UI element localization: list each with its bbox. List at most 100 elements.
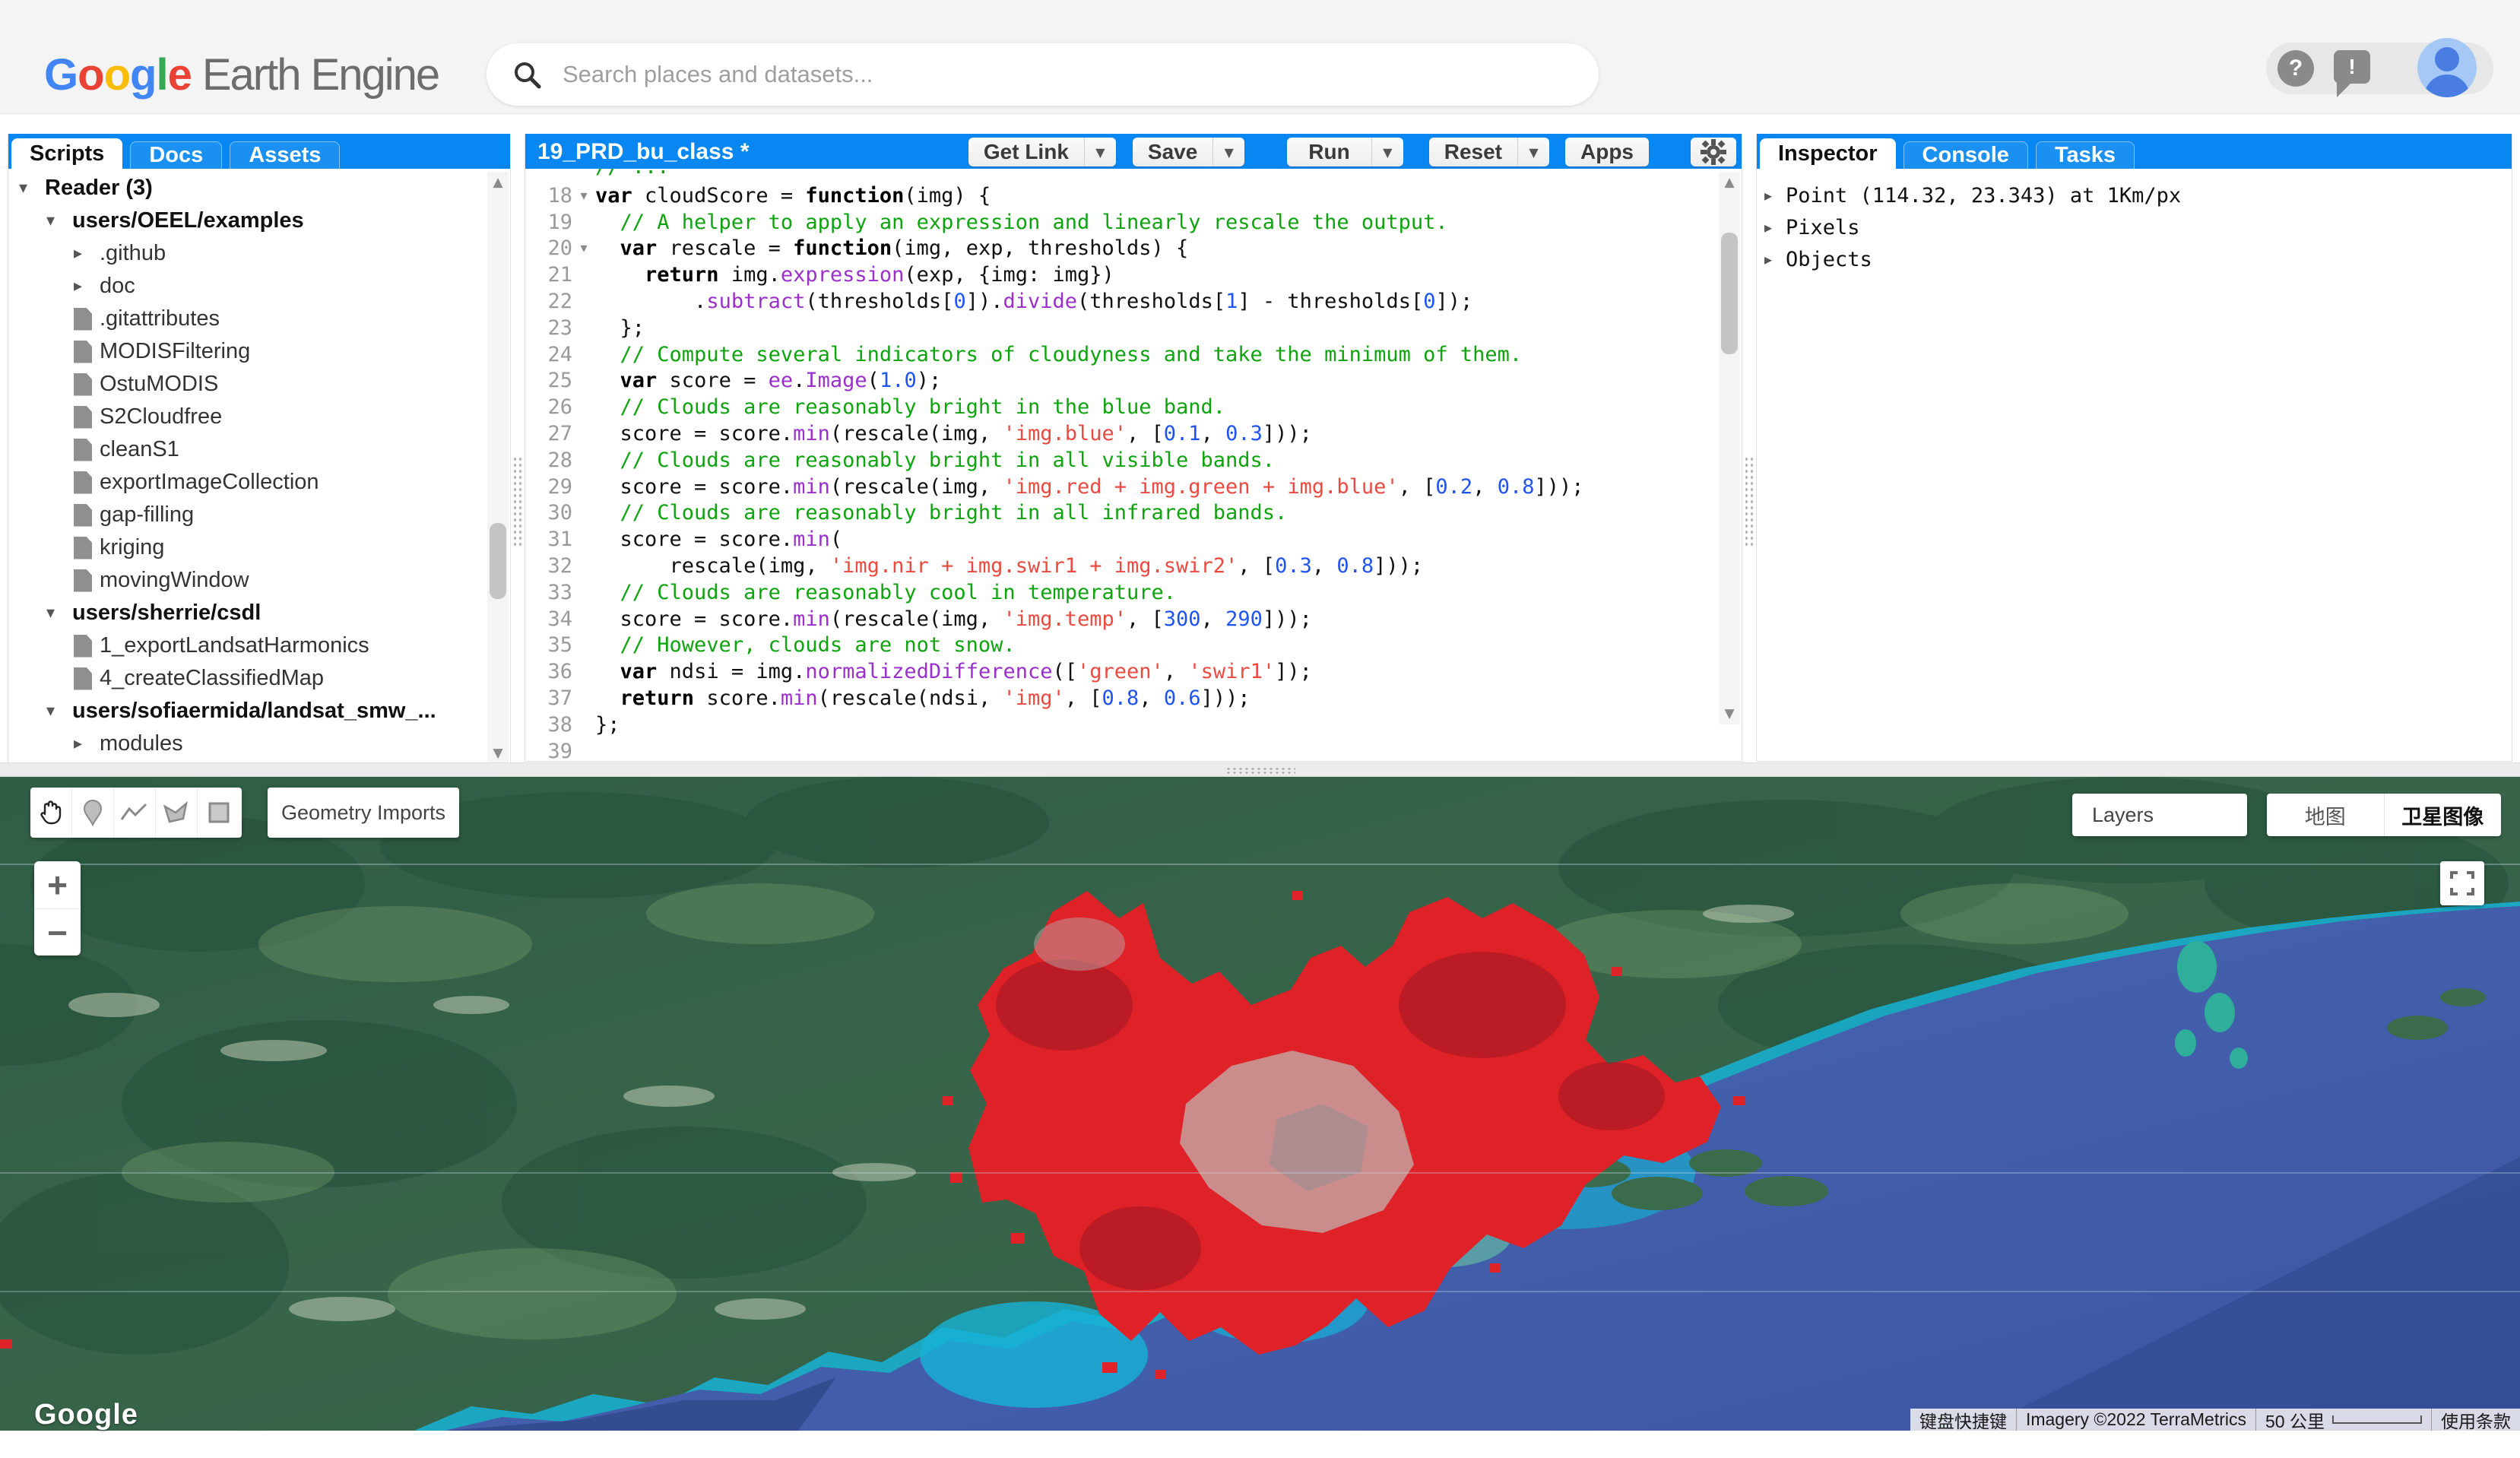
right-splitter-handle[interactable] — [1744, 456, 1754, 547]
expand-arrow-icon[interactable]: ▾ — [46, 211, 72, 230]
search-box[interactable] — [487, 43, 1599, 106]
expand-arrow-icon[interactable]: ▾ — [46, 702, 72, 721]
inspector-item[interactable]: ▸Objects — [1764, 243, 2504, 275]
tree-item[interactable]: .gitattributes — [8, 303, 484, 335]
tab-console[interactable]: Console — [1903, 141, 2028, 169]
code-line[interactable]: 34 score = score.min(rescale(img, 'img.t… — [525, 606, 1719, 632]
collapse-arrow-icon[interactable]: ▸ — [74, 244, 100, 263]
expand-arrow-icon[interactable]: ▾ — [46, 604, 72, 623]
run-button[interactable]: Run ▼ — [1287, 138, 1403, 166]
tree-item[interactable]: S2Cloudfree — [8, 401, 484, 433]
tab-tasks[interactable]: Tasks — [2036, 141, 2135, 169]
tree-item[interactable]: OstuMODIS — [8, 368, 484, 401]
code-line[interactable]: 21 return img.expression(exp, {img: img}… — [525, 261, 1719, 288]
scripts-scrollbar[interactable]: ▲ ▼ — [487, 172, 509, 764]
expand-arrow-icon[interactable]: ▾ — [19, 179, 45, 198]
map-canvas[interactable] — [0, 777, 2520, 1431]
code-line[interactable]: 37 return score.min(rescale(ndsi, 'img',… — [525, 685, 1719, 712]
terms-of-use-link[interactable]: 使用条款 — [2431, 1409, 2520, 1431]
polyline-tool[interactable] — [114, 788, 156, 838]
editor-scrollbar[interactable]: ▲ ▼ — [1719, 172, 1740, 724]
code-fold-icon[interactable]: ▾ — [572, 240, 595, 256]
code-line[interactable]: 38}; — [525, 712, 1719, 738]
feedback-icon[interactable]: ! — [2334, 50, 2370, 84]
map-type-satellite[interactable]: 卫星图像 — [2385, 794, 2502, 836]
map-divider[interactable] — [0, 762, 2520, 777]
scroll-down-icon[interactable]: ▼ — [487, 743, 509, 764]
collapse-arrow-icon[interactable]: ▸ — [74, 277, 100, 296]
fullscreen-button[interactable] — [2440, 861, 2484, 905]
code-line[interactable]: 30 // Clouds are reasonably bright in al… — [525, 500, 1719, 527]
code-line[interactable]: 27 score = score.min(rescale(img, 'img.b… — [525, 420, 1719, 447]
tree-item[interactable]: 1_exportLandsatHarmonics — [8, 629, 484, 662]
code-line[interactable]: 19 // A helper to apply an expression an… — [525, 209, 1719, 236]
expand-icon[interactable]: ▸ — [1764, 186, 1786, 204]
code-line[interactable]: 36 var ndsi = img.normalizedDifference([… — [525, 658, 1719, 685]
tree-item[interactable]: ▾users/sherrie/csdl — [8, 597, 484, 629]
code-line[interactable]: 32 rescale(img, 'img.nir + img.swir1 + i… — [525, 553, 1719, 579]
rectangle-tool[interactable] — [198, 788, 239, 838]
tree-item[interactable]: ▸modules — [8, 727, 484, 760]
pan-hand-tool[interactable] — [30, 788, 72, 838]
divider-drag-handle[interactable] — [1225, 767, 1295, 774]
layers-button[interactable]: Layers — [2072, 794, 2247, 836]
tree-item[interactable]: ▸.github — [8, 237, 484, 270]
code-line[interactable]: 26 // Clouds are reasonably bright in th… — [525, 394, 1719, 420]
collapse-arrow-icon[interactable]: ▸ — [74, 734, 100, 753]
code-line[interactable]: 25 var score = ee.Image(1.0); — [525, 368, 1719, 395]
expand-icon[interactable]: ▸ — [1764, 218, 1786, 236]
inspector-item[interactable]: ▸Pixels — [1764, 211, 2504, 243]
tree-item[interactable]: kriging — [8, 531, 484, 564]
code-line[interactable]: 18▾var cloudScore = function(img) { — [525, 182, 1719, 209]
tab-scripts[interactable]: Scripts — [11, 138, 122, 169]
save-button[interactable]: Save ▼ — [1133, 138, 1244, 166]
tree-item[interactable]: ▾Reader (3) — [8, 172, 484, 204]
code-editor[interactable]: // ...18▾var cloudScore = function(img) … — [525, 169, 1719, 761]
save-dropdown-icon[interactable]: ▼ — [1212, 138, 1244, 166]
scroll-down-icon[interactable]: ▼ — [1719, 703, 1740, 724]
code-line[interactable]: 33 // Clouds are reasonably cool in temp… — [525, 579, 1719, 606]
code-line[interactable]: 29 score = score.min(rescale(img, 'img.r… — [525, 474, 1719, 500]
apps-button[interactable]: Apps — [1565, 138, 1649, 166]
reset-dropdown-icon[interactable]: ▼ — [1517, 138, 1549, 166]
code-line[interactable]: 24 // Compute several indicators of clou… — [525, 341, 1719, 368]
geometry-imports-button[interactable]: Geometry Imports — [268, 788, 459, 838]
tree-item[interactable]: movingWindow — [8, 564, 484, 597]
polygon-tool[interactable] — [156, 788, 198, 838]
get-link-dropdown-icon[interactable]: ▼ — [1084, 138, 1116, 166]
tree-item[interactable]: ▾users/sofiaermida/landsat_smw_... — [8, 695, 484, 727]
tab-assets[interactable]: Assets — [230, 141, 340, 169]
code-line[interactable]: 39 — [525, 738, 1719, 761]
reset-button[interactable]: Reset ▼ — [1429, 138, 1549, 166]
code-line[interactable]: 23 }; — [525, 315, 1719, 341]
search-input[interactable] — [563, 61, 1475, 88]
tab-docs[interactable]: Docs — [130, 141, 222, 169]
avatar[interactable] — [2417, 38, 2477, 97]
code-line[interactable]: // ... — [525, 169, 1719, 182]
code-line[interactable]: 35 // However, clouds are not snow. — [525, 632, 1719, 659]
settings-button[interactable] — [1691, 138, 1736, 166]
code-line[interactable]: 22 .subtract(thresholds[0]).divide(thres… — [525, 288, 1719, 315]
scrollbar-thumb[interactable] — [490, 523, 506, 599]
tree-item[interactable]: 4_createClassifiedMap — [8, 662, 484, 695]
scrollbar-thumb[interactable] — [1721, 233, 1738, 354]
zoom-out-button[interactable]: − — [34, 908, 81, 956]
run-dropdown-icon[interactable]: ▼ — [1371, 138, 1403, 166]
zoom-in-button[interactable]: + — [34, 861, 81, 908]
tree-item[interactable]: MODISFiltering — [8, 335, 484, 368]
scroll-up-icon[interactable]: ▲ — [487, 172, 509, 193]
keyboard-shortcuts-link[interactable]: 键盘快捷键 — [1910, 1409, 2016, 1431]
code-fold-icon[interactable]: ▾ — [572, 188, 595, 204]
tree-item[interactable]: ▾users/OEEL/examples — [8, 204, 484, 237]
tab-inspector[interactable]: Inspector — [1760, 138, 1896, 169]
tree-item[interactable]: exportImageCollection — [8, 466, 484, 499]
get-link-button[interactable]: Get Link ▼ — [968, 138, 1116, 166]
scroll-up-icon[interactable]: ▲ — [1719, 172, 1740, 193]
tree-item[interactable]: cleanS1 — [8, 433, 484, 466]
help-icon[interactable]: ? — [2278, 50, 2314, 87]
tree-item[interactable]: gap-filling — [8, 499, 484, 531]
left-splitter-handle[interactable] — [512, 456, 523, 547]
code-line[interactable]: 31 score = score.min( — [525, 526, 1719, 553]
inspector-item[interactable]: ▸Point (114.32, 23.343) at 1Km/px — [1764, 179, 2504, 211]
map-type-map[interactable]: 地图 — [2267, 794, 2385, 836]
